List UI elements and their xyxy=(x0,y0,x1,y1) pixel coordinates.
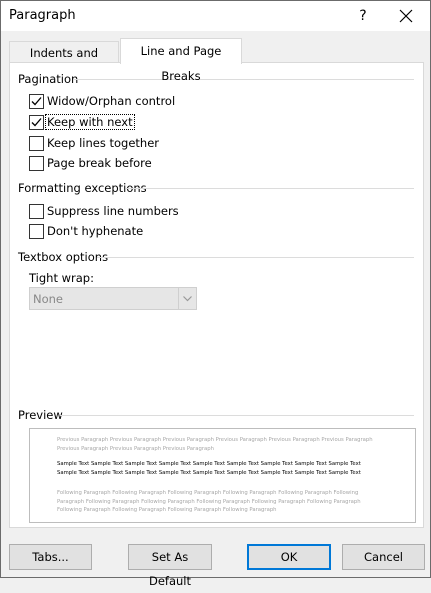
preview-previous-paragraph: Previous Paragraph Previous Paragraph Pr… xyxy=(57,437,373,452)
checkbox-box[interactable] xyxy=(29,94,44,109)
chevron-down-icon xyxy=(183,296,192,302)
dropdown-button[interactable] xyxy=(178,288,196,309)
keep-lines-together-label: Keep lines together xyxy=(47,136,159,150)
preview-following-paragraph: Following Paragraph Following Paragraph … xyxy=(57,490,361,513)
checkbox-box[interactable] xyxy=(29,136,44,151)
keep-with-next-label: Keep with next xyxy=(45,114,135,130)
cancel-button[interactable]: Cancel xyxy=(342,544,425,570)
divider xyxy=(97,257,414,258)
tabs-button[interactable]: Tabs... xyxy=(9,544,92,570)
checkbox-box[interactable] xyxy=(29,156,44,171)
pagination-heading: Pagination xyxy=(18,72,79,86)
checkbox-box[interactable] xyxy=(29,115,44,130)
divider xyxy=(126,188,414,189)
checkbox-box[interactable] xyxy=(29,204,44,219)
close-icon xyxy=(399,9,413,23)
tight-wrap-select[interactable]: None xyxy=(29,287,197,310)
tight-wrap-label: Tight wrap: xyxy=(29,271,94,285)
ok-button[interactable]: OK xyxy=(247,544,331,570)
textbox-options-heading: Textbox options xyxy=(18,250,109,264)
help-button[interactable]: ? xyxy=(350,3,376,29)
preview-sample-text: Sample Text Sample Text Sample Text Samp… xyxy=(57,461,361,476)
preview-pane: Previous Paragraph Previous Paragraph Pr… xyxy=(29,428,416,523)
preview-heading: Preview xyxy=(18,408,63,422)
checkmark-icon xyxy=(31,118,42,127)
dont-hyphenate-label: Don't hyphenate xyxy=(47,224,144,238)
checkbox-box[interactable] xyxy=(29,224,44,239)
checkmark-icon xyxy=(31,97,42,106)
tight-wrap-value: None xyxy=(33,292,64,306)
dialog-title: Paragraph xyxy=(9,8,76,23)
tab-indents-and-spacing[interactable]: Indents and Spacing xyxy=(9,41,119,82)
divider xyxy=(73,79,414,80)
close-button[interactable] xyxy=(393,4,419,28)
divider xyxy=(60,415,414,416)
widow-orphan-label: Widow/Orphan control xyxy=(47,94,176,108)
tab-line-and-page-breaks[interactable]: Line and Page Breaks xyxy=(120,38,242,83)
page-break-before-label: Page break before xyxy=(47,156,152,170)
paragraph-dialog: Paragraph ? Indents and Spacing Line and… xyxy=(0,0,431,588)
title-bar: Paragraph ? xyxy=(1,1,430,31)
suppress-line-numbers-label: Suppress line numbers xyxy=(47,204,179,218)
set-as-default-button[interactable]: Set As Default xyxy=(128,544,212,588)
